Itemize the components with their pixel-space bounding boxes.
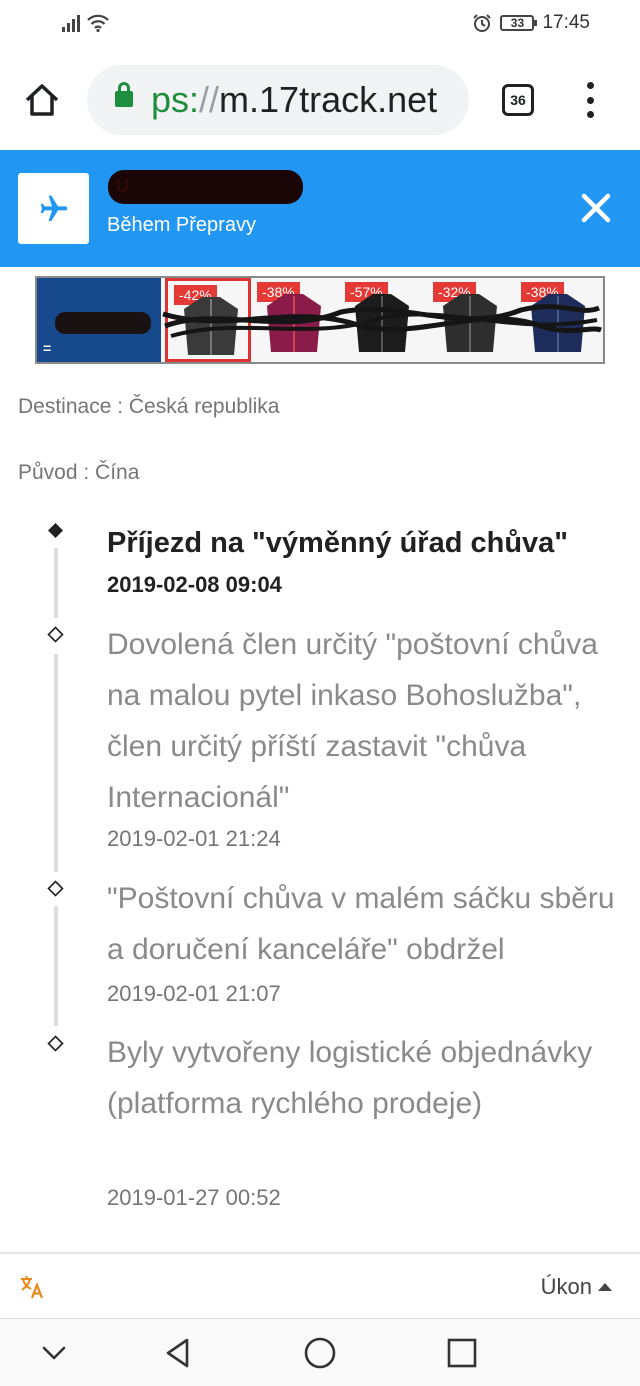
timeline-marker-filled-icon — [48, 523, 63, 538]
tracking-header: U Během Přepravy — [0, 150, 640, 267]
wifi-icon — [87, 14, 109, 32]
translate-bar: Úkon — [0, 1252, 640, 1318]
action-menu-label: Úkon — [540, 1274, 592, 1299]
url-host: m.17track.net — [219, 79, 438, 120]
status-left — [62, 14, 110, 32]
home-nav-icon[interactable] — [302, 1335, 338, 1371]
timeline-marker-icon — [47, 1035, 64, 1052]
plane-icon — [40, 195, 67, 221]
close-icon[interactable] — [578, 190, 614, 226]
status-right: 33 17:45 — [472, 12, 590, 34]
battery-indicator: 33 — [500, 15, 538, 31]
event-time: 2019-02-01 21:07 — [107, 981, 281, 1006]
tab-switcher-button[interactable]: 36 — [502, 84, 534, 116]
caret-up-icon — [598, 1283, 612, 1291]
shipment-status: Během Přepravy — [107, 214, 256, 236]
translate-icon[interactable] — [19, 1274, 45, 1300]
url-bar[interactable]: ps://m.17track.net — [87, 65, 469, 135]
origin-label: Původ : Čína — [18, 461, 140, 484]
destination-label: Destinace : Česká republika — [18, 395, 280, 418]
url-text[interactable]: ps://m.17track.net — [151, 81, 437, 119]
timeline-connector — [54, 654, 58, 872]
recents-icon[interactable] — [444, 1335, 480, 1371]
overflow-menu-icon[interactable] — [580, 82, 600, 118]
lock-icon — [115, 82, 133, 107]
chevron-down-icon[interactable] — [36, 1335, 72, 1371]
timeline-connector — [54, 548, 58, 618]
redaction-scribble — [162, 304, 602, 338]
browser-toolbar: ps://m.17track.net 36 — [0, 50, 640, 150]
event-description: Byly vytvořeny logistické objednávky (pl… — [107, 1036, 593, 1120]
ad-logo: = — [37, 278, 161, 362]
clock: 17:45 — [542, 12, 590, 33]
url-scheme: ps: — [151, 79, 200, 120]
event-description: Příjezd na "výměnný úřad chůva" — [107, 527, 569, 559]
event-time: 2019-02-08 09:04 — [107, 572, 282, 597]
signal-icon — [62, 14, 80, 32]
event-description: "Poštovní chůva v malém sáčku sběru a do… — [107, 882, 615, 966]
tracking-number-redacted: U — [108, 170, 303, 204]
system-nav-bar — [0, 1318, 640, 1386]
event-time: 2019-01-27 00:52 — [107, 1185, 281, 1210]
url-separator: // — [199, 79, 220, 120]
timeline-marker-icon — [47, 626, 64, 643]
plane-icon-box — [18, 173, 89, 244]
timeline-marker-icon — [47, 880, 64, 897]
timeline-connector — [54, 906, 58, 1026]
status-bar: 33 17:45 — [0, 0, 640, 50]
ad-banner[interactable]: = -42% -38% -57% -32% -38% — [35, 276, 605, 364]
back-icon[interactable] — [160, 1335, 196, 1371]
alarm-icon — [473, 14, 492, 32]
home-icon[interactable] — [22, 80, 62, 120]
ad-logo-text: = — [43, 340, 52, 356]
redaction-scribble — [55, 312, 151, 334]
action-menu-button[interactable]: Úkon — [541, 1274, 612, 1300]
event-description: Dovolená člen určitý "poštovní chůva na … — [107, 628, 598, 814]
event-time: 2019-02-01 21:24 — [107, 826, 281, 851]
